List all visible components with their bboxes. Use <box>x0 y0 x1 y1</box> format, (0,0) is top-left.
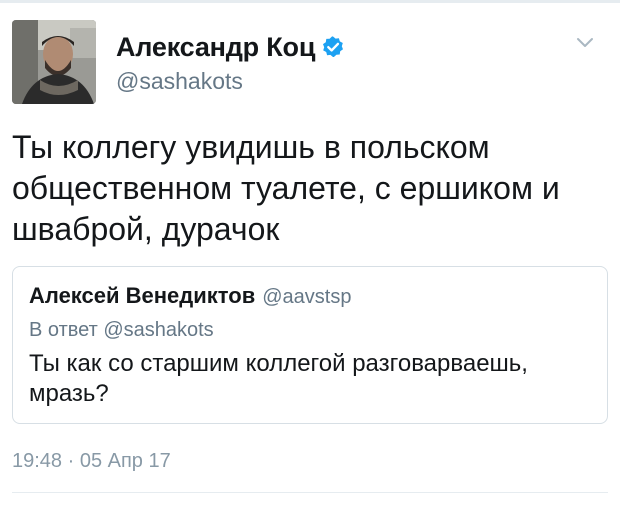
author-handle[interactable]: @sashakots <box>116 68 243 95</box>
author-name[interactable]: Александр Коц <box>116 32 315 63</box>
tweet-timestamp[interactable]: 19:48 · 05 Апр 17 <box>12 450 171 473</box>
quoted-author-handle: @aavstsp <box>262 286 352 308</box>
author-name-row[interactable]: Александр Коц <box>116 30 345 64</box>
quoted-reply-to: В ответ @sashakots <box>29 319 214 341</box>
quoted-author-row: Алексей Венедиктов @aavstsp <box>29 283 351 309</box>
avatar[interactable] <box>12 20 96 104</box>
quoted-tweet-card[interactable]: Алексей Венедиктов @aavstsp В ответ @sas… <box>12 266 608 424</box>
bottom-divider <box>12 492 608 493</box>
avatar-photo <box>12 20 96 104</box>
tweet-text: Ты коллегу увидишь в польском общественн… <box>12 129 560 247</box>
verified-badge-icon <box>321 35 345 59</box>
chevron-down-icon[interactable] <box>575 36 595 50</box>
quoted-tweet-text: Ты как со старшим коллегой разговарваешь… <box>29 350 528 407</box>
quoted-author-name: Алексей Венедиктов <box>29 283 256 308</box>
tweet: Александр Коц @sashakots Ты коллегу увид… <box>0 0 620 508</box>
